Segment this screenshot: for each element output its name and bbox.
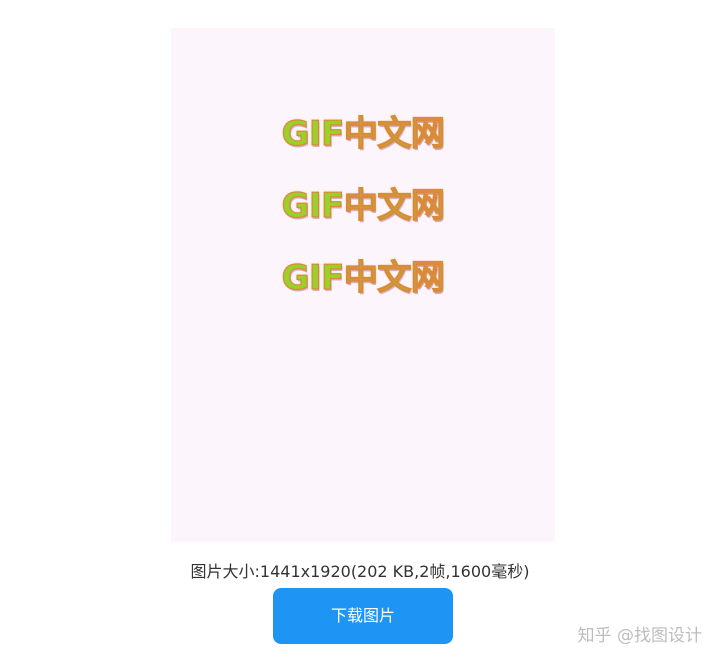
gif-text-line-1: GIF中文网 xyxy=(281,113,445,154)
gif-preview-image: GIF中文网 GIF中文网 GIF中文网 xyxy=(171,28,555,542)
gif-text-line-2: GIF中文网 xyxy=(281,185,445,226)
download-image-button[interactable]: 下载图片 xyxy=(273,588,453,644)
zhihu-watermark: 知乎 @找图设计 xyxy=(577,626,702,646)
image-size-info: 图片大小:1441x1920(202 KB,2帧,1600毫秒) xyxy=(190,562,530,581)
gif-text-line-3: GIF中文网 xyxy=(281,257,445,298)
